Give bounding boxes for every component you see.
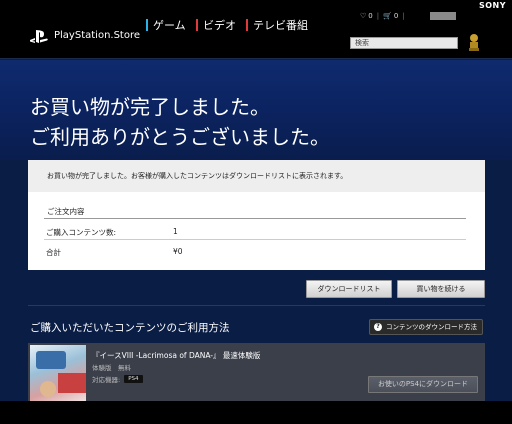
sony-logo: SONY [478, 1, 506, 10]
nav-video-accent [196, 19, 198, 31]
purchased-count-label: ご購入コンテンツ数: [46, 228, 117, 237]
order-divider [44, 218, 466, 219]
nav-tv-label: テレビ番組 [253, 19, 308, 32]
thumb-shape [36, 351, 66, 369]
usage-section-title: ご購入いただいたコンテンツのご利用方法 [30, 322, 230, 334]
thumb-shape [58, 373, 86, 393]
row-divider [44, 239, 466, 240]
compat-label: 対応機器: [92, 376, 121, 384]
separator: | [402, 12, 405, 20]
order-panel: お買い物が完了しました。お客様が購入したコンテンツはダウンロードリストに表示され… [28, 160, 485, 270]
nav-tv[interactable]: テレビ番組 [246, 17, 308, 33]
download-to-ps4-button[interactable]: お使いのPS4にダウンロード [368, 376, 478, 393]
item-title: 『イースVIII -Lacrimosa of DANA-』 最速体験版 [92, 351, 261, 360]
footer-strip [0, 401, 512, 424]
cart-count: 0 [393, 12, 399, 20]
heart-icon[interactable]: ♡ [360, 12, 366, 20]
section-divider [28, 305, 485, 306]
header-utilities: ♡ 0 | 🛒 0 | [360, 12, 407, 20]
avatar-icon[interactable] [466, 32, 482, 52]
nav-video[interactable]: ビデオ [196, 17, 236, 33]
nav-tv-accent [246, 19, 248, 31]
download-list-button[interactable]: ダウンロードリスト [306, 280, 392, 298]
total-label: 合計 [46, 248, 61, 257]
order-heading: ご注文内容 [47, 207, 85, 216]
purchased-count-value: 1 [173, 227, 178, 236]
game-thumbnail [30, 345, 86, 401]
question-icon: ? [374, 323, 382, 331]
completion-message: お買い物が完了しました。お客様が購入したコンテンツはダウンロードリストに表示され… [28, 160, 485, 192]
top-bar: SONY [0, 0, 512, 12]
playstation-logo-icon[interactable] [30, 30, 48, 44]
account-name-redacted[interactable] [430, 12, 456, 20]
page-title-line1: お買い物が完了しました。 [30, 95, 270, 119]
download-howto-label: コンテンツのダウンロード方法 [386, 323, 477, 331]
nav-game-accent [146, 19, 148, 31]
wishlist-count: 0 [368, 12, 373, 20]
cart-icon[interactable]: 🛒 [383, 12, 392, 20]
download-howto-button[interactable]: ? コンテンツのダウンロード方法 [369, 319, 483, 335]
page-title-line2: ご利用ありがとうございました。 [30, 125, 330, 149]
nav-video-label: ビデオ [203, 19, 236, 32]
store-name[interactable]: PlayStation.Store [54, 30, 140, 41]
search-input[interactable]: 検索 [350, 37, 458, 49]
separator: | [376, 12, 380, 20]
nav-game-label: ゲーム [153, 19, 186, 32]
item-compatibility: 対応機器: PS4 [92, 374, 143, 384]
item-meta: 体験版 無料 [92, 364, 131, 372]
thumb-shape [40, 381, 56, 397]
continue-shopping-button[interactable]: 買い物を続ける [397, 280, 485, 298]
platform-badge: PS4 [124, 375, 143, 383]
total-value: ¥0 [173, 247, 183, 256]
nav-game[interactable]: ゲーム [146, 17, 186, 33]
